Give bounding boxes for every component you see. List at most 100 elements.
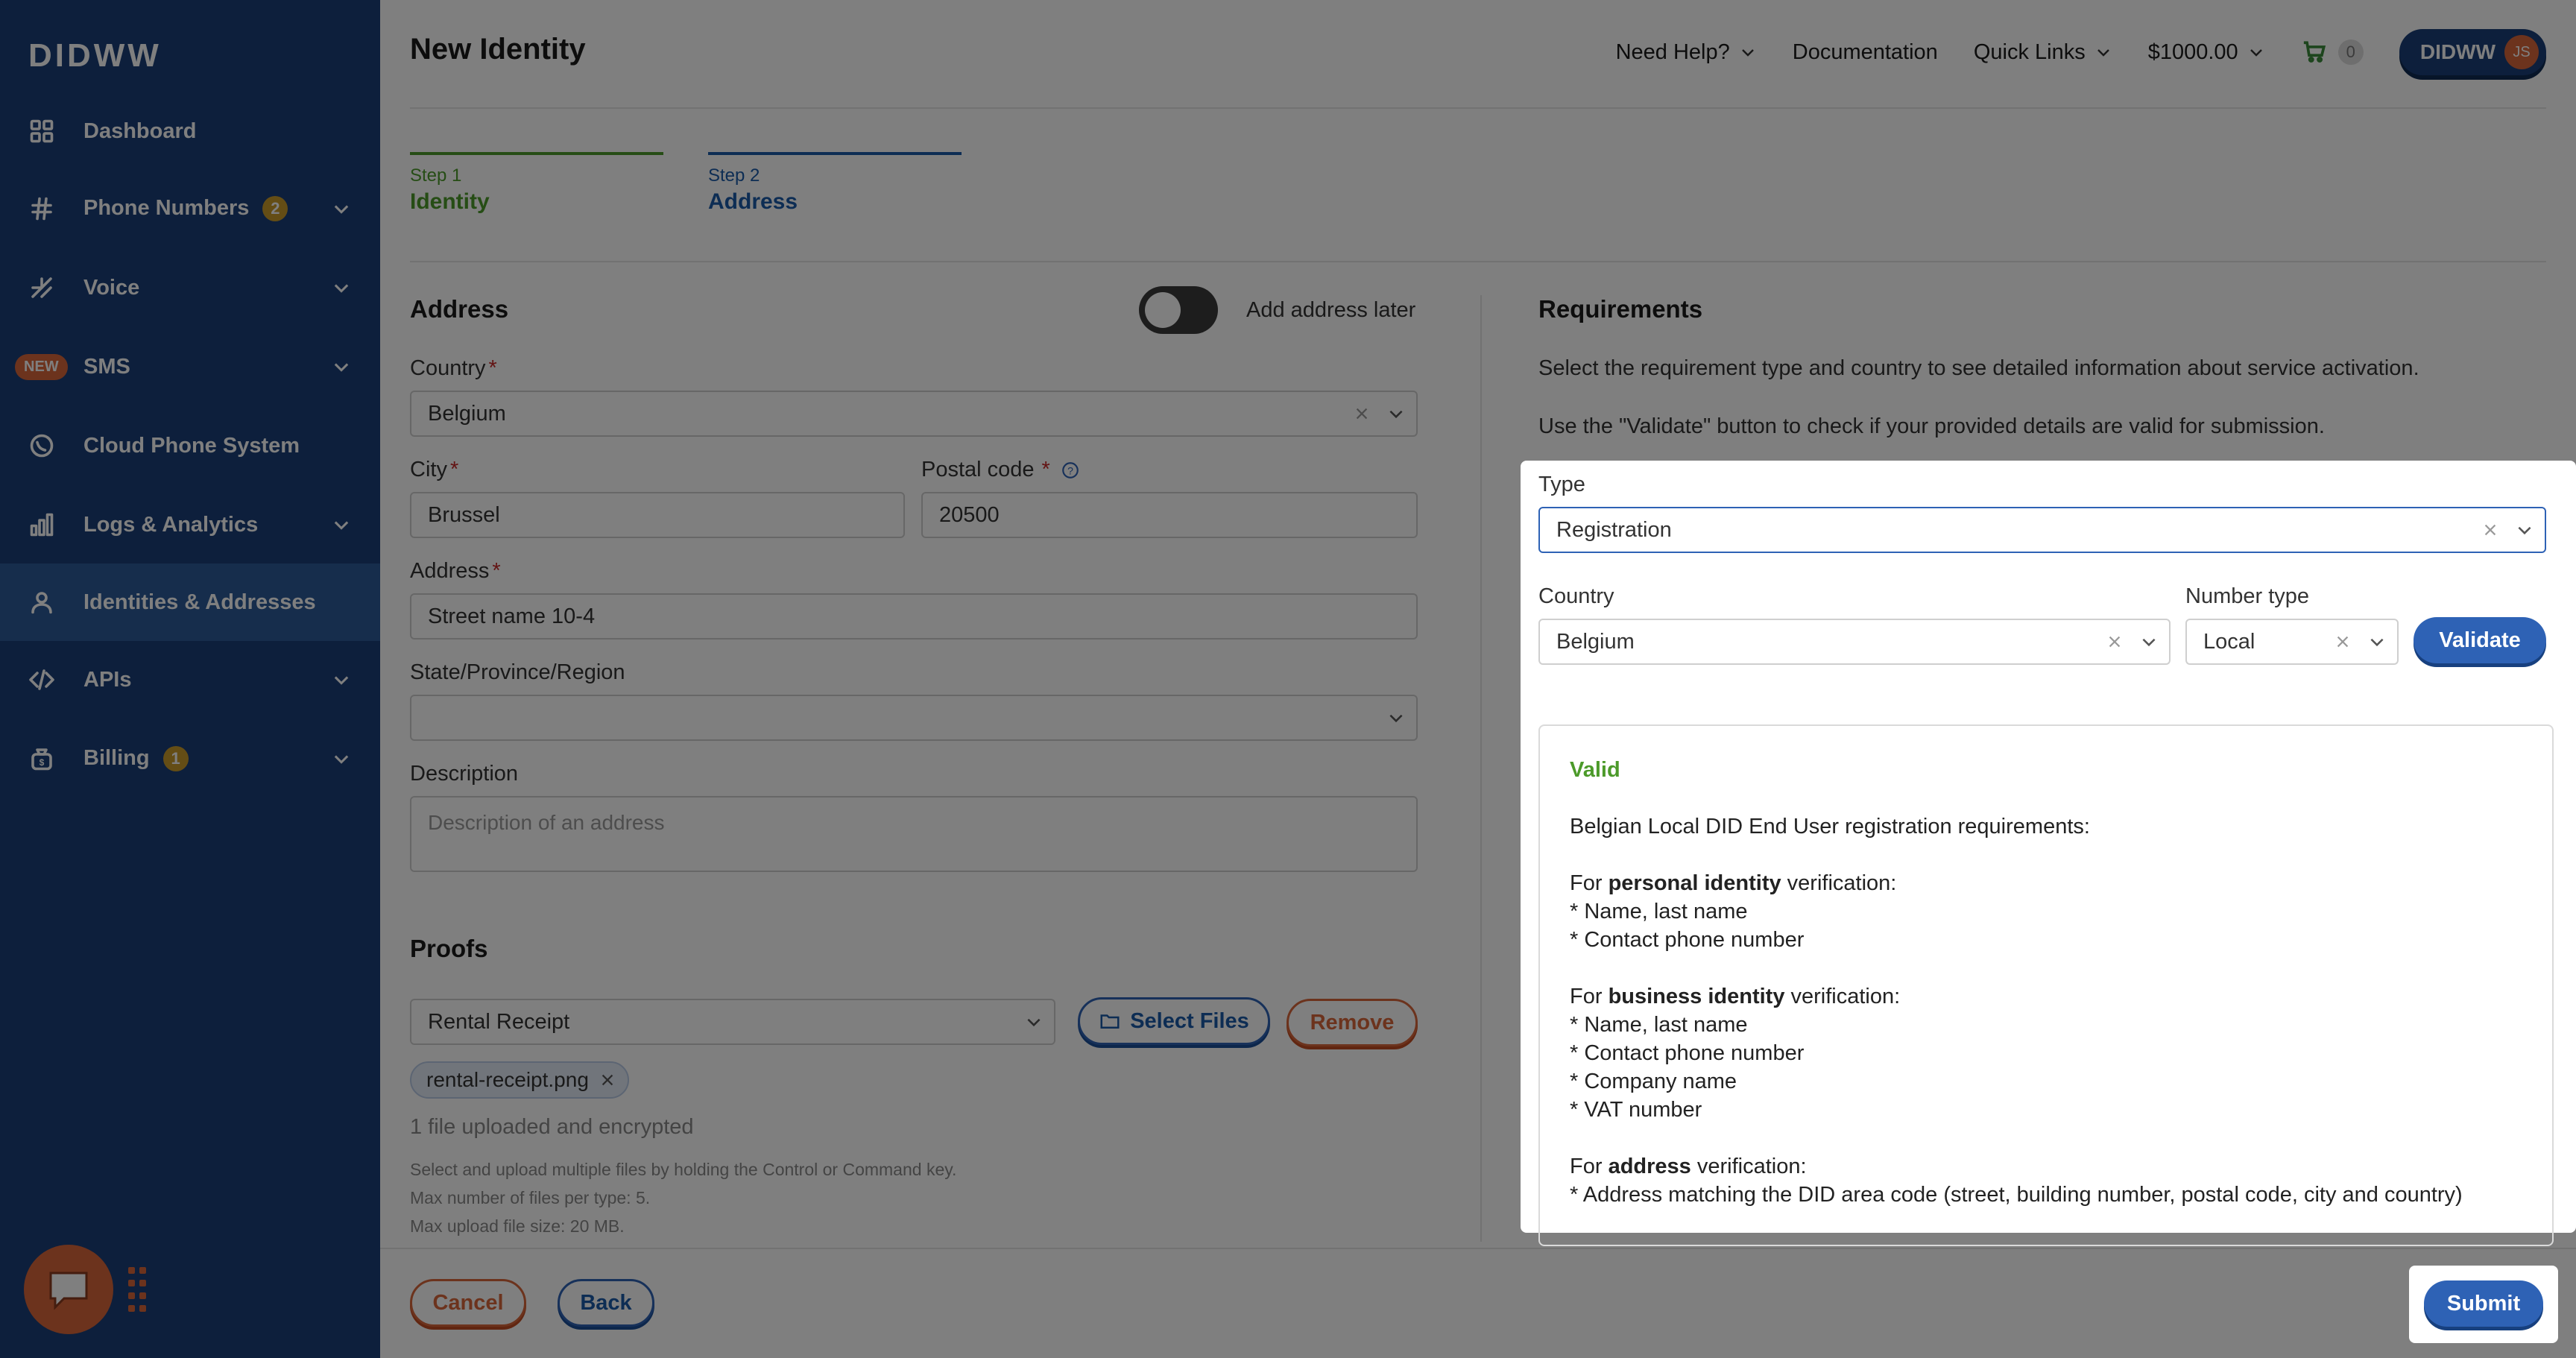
number-type-select[interactable]: Local <box>2185 619 2399 665</box>
grid-icon <box>27 116 57 146</box>
chevron-down-icon[interactable] <box>331 748 352 769</box>
sidebar-item-phone-numbers[interactable]: Phone Numbers 2 <box>0 170 380 247</box>
help-icon[interactable]: ? <box>1061 461 1080 480</box>
toggle-label: Add address later <box>1246 298 1416 322</box>
requirements-section-title: Requirements <box>1538 295 1703 323</box>
region-label: State/Province/Region <box>410 660 625 684</box>
chevron-down-icon[interactable] <box>1024 1012 1044 1032</box>
sidebar-item-dashboard[interactable]: Dashboard <box>0 92 380 170</box>
sidebar-item-label: SMS <box>83 354 130 379</box>
svg-text:?: ? <box>1067 464 1073 476</box>
address-input[interactable]: Street name 10-4 <box>410 593 1418 639</box>
footer-divider <box>380 1248 2576 1249</box>
add-address-later-toggle[interactable] <box>1139 286 1218 334</box>
clear-icon[interactable] <box>2106 634 2123 650</box>
sidebar-item-identities-addresses[interactable]: Identities & Addresses <box>0 563 380 641</box>
close-icon[interactable] <box>599 1072 616 1088</box>
proofs-section-title: Proofs <box>410 935 488 962</box>
address-section-title: Address <box>410 295 509 323</box>
sidebar-item-label: Dashboard <box>83 119 197 143</box>
sidebar-item-cloud-phone-system[interactable]: Cloud Phone System <box>0 407 380 484</box>
sidebar-item-apis[interactable]: APIs <box>0 641 380 719</box>
money-bag-icon: $ <box>27 744 57 774</box>
upload-hints: Select and upload multiple files by hold… <box>410 1160 957 1236</box>
step-identity[interactable]: Step 1 Identity <box>410 152 663 215</box>
chevron-down-icon <box>2250 49 2262 57</box>
user-icon <box>27 587 57 617</box>
select-files-button[interactable]: Select Files <box>1078 997 1270 1045</box>
cancel-button[interactable]: Cancel <box>410 1279 526 1327</box>
sidebar-item-voice[interactable]: Voice <box>0 249 380 326</box>
proof-type-select[interactable]: Rental Receipt <box>410 999 1055 1045</box>
sidebar-item-label: Billing <box>83 745 150 770</box>
notification-badge: 2 <box>262 196 288 222</box>
step-progress-bar <box>708 152 962 155</box>
need-help-dropdown[interactable]: Need Help? <box>1616 40 1757 65</box>
chevron-down-icon[interactable] <box>1386 404 1406 423</box>
cart-icon <box>2303 41 2326 63</box>
submit-button[interactable]: Submit <box>2424 1280 2543 1327</box>
region-select[interactable] <box>410 695 1418 741</box>
chevron-down-icon[interactable] <box>331 277 352 298</box>
back-button[interactable]: Back <box>558 1279 654 1327</box>
business-requirements: For business identity verification: * Na… <box>1570 985 1901 1122</box>
hash-icon <box>27 194 57 224</box>
clear-icon[interactable] <box>2482 522 2498 538</box>
chevron-down-icon[interactable] <box>2139 632 2159 651</box>
chevron-down-icon[interactable] <box>2515 520 2534 540</box>
required-marker: * <box>1041 458 1050 481</box>
req-country-select[interactable]: Belgium <box>1538 619 2171 665</box>
cart-button[interactable]: 0 <box>2301 40 2364 65</box>
chevron-down-icon[interactable] <box>331 356 352 377</box>
file-chip[interactable]: rental-receipt.png <box>410 1061 629 1099</box>
description-textarea[interactable]: Description of an address <box>410 796 1418 872</box>
chevron-down-icon[interactable] <box>331 198 352 219</box>
required-marker: * <box>488 356 497 380</box>
sidebar-item-billing[interactable]: $ Billing 1 <box>0 720 380 798</box>
steps-divider <box>410 261 2546 262</box>
sidebar: DIDWW Dashboard Phone Numbers 2 Voice NEW… <box>0 0 380 1358</box>
sidebar-item-label: Cloud Phone System <box>83 433 300 458</box>
chevron-down-icon[interactable] <box>331 669 352 690</box>
sidebar-item-sms[interactable]: NEW SMS <box>0 328 380 405</box>
brand-logo[interactable]: DIDWW <box>28 37 162 75</box>
sidebar-item-logs-analytics[interactable]: Logs & Analytics <box>0 486 380 563</box>
balance-dropdown[interactable]: $1000.00 <box>2148 40 2265 65</box>
postal-code-label: Postal code * ? <box>921 458 1080 482</box>
postal-code-input[interactable]: 20500 <box>921 492 1418 538</box>
chevron-down-icon <box>1741 49 1754 57</box>
step-address[interactable]: Step 2 Address <box>708 152 962 215</box>
clear-icon[interactable] <box>1354 405 1370 422</box>
page-title: New Identity <box>410 33 586 66</box>
chevron-down-icon[interactable] <box>1386 708 1406 727</box>
chevron-down-icon[interactable] <box>331 514 352 535</box>
city-input[interactable]: Brussel <box>410 492 905 538</box>
requirements-intro-1: Select the requirement type and country … <box>1538 356 2419 380</box>
remove-button[interactable]: Remove <box>1287 999 1418 1046</box>
validation-result-box: Valid Belgian Local DID End User registr… <box>1538 724 2554 1246</box>
quick-links-dropdown[interactable]: Quick Links <box>1974 40 2112 65</box>
validate-button[interactable]: Validate <box>2414 617 2546 663</box>
required-marker: * <box>492 559 501 583</box>
drag-handle[interactable] <box>128 1267 146 1313</box>
notification-badge: 1 <box>162 746 189 772</box>
account-menu-button[interactable]: DIDWW JS <box>2399 29 2546 75</box>
requirements-heading: Belgian Local DID End User registration … <box>1570 815 2090 839</box>
city-label: City * <box>410 458 459 481</box>
header-divider <box>410 107 2546 109</box>
chat-icon <box>49 1272 88 1310</box>
country-select[interactable]: Belgium <box>410 391 1418 437</box>
validation-status: Valid <box>1570 758 1620 782</box>
chat-bubble-button[interactable] <box>24 1245 113 1334</box>
description-label: Description <box>410 762 519 786</box>
cart-count-badge: 0 <box>2337 40 2364 65</box>
required-marker: * <box>449 458 459 481</box>
avatar: JS <box>2504 35 2539 69</box>
number-type-label: Number type <box>2185 584 2310 608</box>
sidebar-item-label: Phone Numbers <box>83 195 250 220</box>
address-requirements: For address verification: * Address matc… <box>1570 1155 2463 1207</box>
documentation-link[interactable]: Documentation <box>1793 40 1938 65</box>
clear-icon[interactable] <box>2334 634 2351 650</box>
chevron-down-icon[interactable] <box>2367 632 2387 651</box>
type-select[interactable]: Registration <box>1538 507 2546 553</box>
